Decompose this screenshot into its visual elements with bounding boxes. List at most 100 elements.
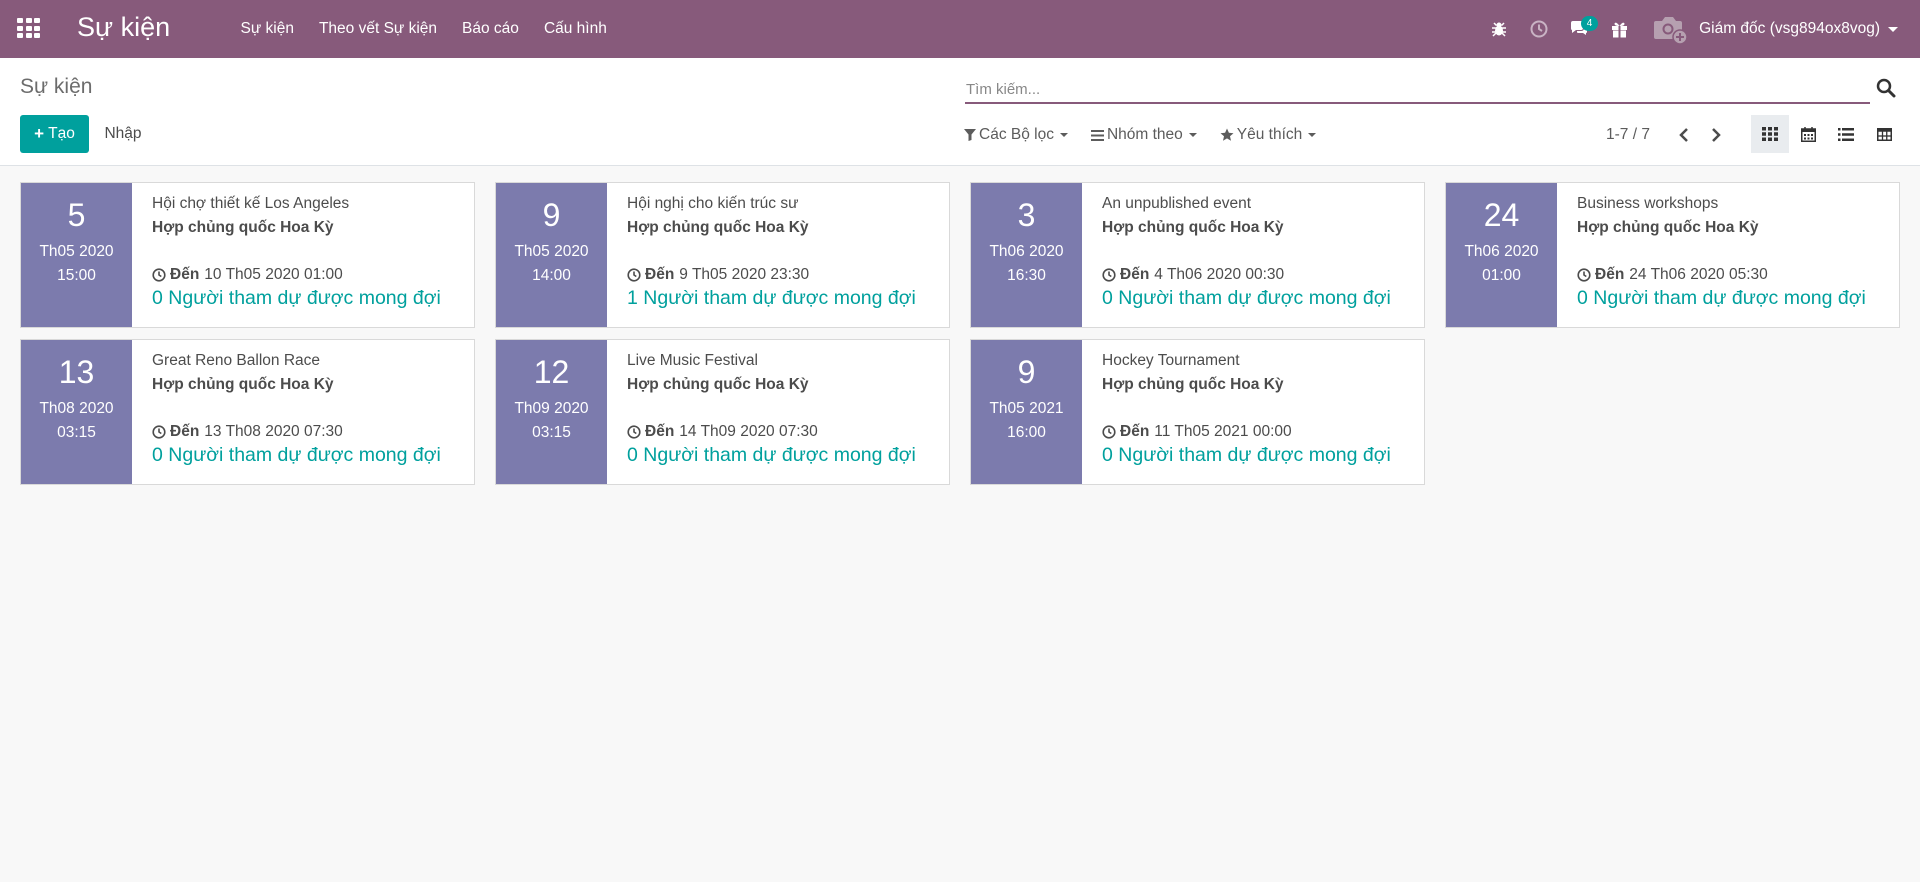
event-card[interactable]: 24 Th06 2020 01:00 Business workshops Hợ… <box>1445 182 1900 328</box>
clock-icon <box>627 425 641 439</box>
favorites-dropdown[interactable]: Yêu thích <box>1220 126 1317 144</box>
event-day: 24 <box>1483 197 1520 233</box>
event-day: 3 <box>1017 197 1036 233</box>
search-input[interactable] <box>965 76 1825 102</box>
menu-item-events[interactable]: Sự kiện <box>228 20 306 38</box>
event-card[interactable]: 5 Th05 2020 15:00 Hội chợ thiết kế Los A… <box>20 182 475 328</box>
event-end-date: 14 Th09 2020 07:30 <box>679 423 818 440</box>
event-name: Live Music Festival <box>627 352 758 369</box>
clock-icon <box>152 425 166 439</box>
event-attendees: 0 Người tham dự được mong đợi <box>627 444 916 466</box>
event-month-year: Th05 2020 <box>514 243 589 260</box>
apps-menu-icon[interactable] <box>17 18 40 39</box>
groupby-label: Nhóm theo <box>1106 126 1183 143</box>
event-month-year: Th05 2020 <box>39 243 114 260</box>
event-date-box: 12 Th09 2020 03:15 <box>496 340 607 484</box>
event-country: Hợp chủng quốc Hoa Kỳ <box>627 376 809 393</box>
clock-icon <box>1102 425 1116 439</box>
clock-icon <box>1577 268 1591 282</box>
menu-item-event-tracks[interactable]: Theo vết Sự kiện <box>306 20 449 38</box>
list-view-icon[interactable] <box>1827 115 1865 153</box>
user-menu[interactable]: Giám đốc (vsg894ox8vog) <box>1639 0 1920 58</box>
menu-item-reporting[interactable]: Báo cáo <box>450 20 532 38</box>
event-attendees: 0 Người tham dự được mong đợi <box>152 444 441 466</box>
app-title: Sự kiện <box>77 12 171 42</box>
event-time: 01:00 <box>1482 267 1521 284</box>
user-name: Giám đốc (vsg894ox8vog) <box>1699 20 1880 37</box>
calendar-view-icon[interactable] <box>1789 115 1827 153</box>
event-end-date: 9 Th05 2020 23:30 <box>679 266 810 283</box>
filters-label: Các Bộ lọc <box>979 126 1054 143</box>
event-date-box: 3 Th06 2020 16:30 <box>971 183 1082 327</box>
event-end-date: 13 Th08 2020 07:30 <box>204 423 343 440</box>
menu-item-configuration[interactable]: Cấu hình <box>531 20 619 38</box>
event-country: Hợp chủng quốc Hoa Kỳ <box>1102 376 1284 393</box>
event-end-label: Đến <box>1120 266 1150 283</box>
event-country: Hợp chủng quốc Hoa Kỳ <box>1102 219 1284 236</box>
event-card[interactable]: 13 Th08 2020 03:15 Great Reno Ballon Rac… <box>20 339 475 485</box>
event-card[interactable]: 9 Th05 2020 14:00 Hội nghị cho kiến trúc… <box>495 182 950 328</box>
event-end-date: 24 Th06 2020 05:30 <box>1629 266 1768 283</box>
event-time: 03:15 <box>532 424 571 441</box>
event-end-label: Đến <box>1595 266 1625 283</box>
bars-icon <box>1090 129 1104 141</box>
event-name: Hội chợ thiết kế Los Angeles <box>152 195 350 212</box>
debug-bug-icon[interactable] <box>1479 0 1519 58</box>
pager: 1-7 / 7 <box>1606 122 1732 148</box>
kanban-view-icon[interactable] <box>1751 115 1789 153</box>
clock-icon <box>1102 268 1116 282</box>
pivot-view-icon[interactable] <box>1865 115 1903 153</box>
event-card[interactable]: 9 Th05 2021 16:00 Hockey Tournament Hợp … <box>970 339 1425 485</box>
create-button[interactable]: + Tạo <box>20 115 89 153</box>
groupby-dropdown[interactable]: Nhóm theo <box>1090 126 1197 144</box>
activity-clock-icon[interactable] <box>1519 0 1559 58</box>
event-time: 15:00 <box>57 267 96 284</box>
event-end: Đến 11 Th05 2021 00:00 <box>1102 423 1292 441</box>
import-button[interactable]: Nhập <box>91 115 155 153</box>
caret-down-icon <box>1059 133 1068 137</box>
event-end: Đến 9 Th05 2020 23:30 <box>627 266 809 284</box>
event-date-box: 9 Th05 2021 16:00 <box>971 340 1082 484</box>
favorites-label: Yêu thích <box>1236 126 1303 143</box>
event-day: 12 <box>533 354 570 390</box>
top-navbar: Sự kiện Sự kiện Theo vết Sự kiện Báo cáo… <box>0 0 1920 58</box>
pager-value[interactable]: 1-7 / 7 <box>1606 126 1650 144</box>
control-panel: Sự kiện + Tạo Nhập Các Bộ lọc Nhóm theo … <box>0 58 1920 166</box>
pager-previous-icon[interactable] <box>1668 122 1700 148</box>
messages-chat-icon[interactable]: 4 <box>1559 0 1599 58</box>
event-day: 9 <box>1017 354 1036 390</box>
event-time: 03:15 <box>57 424 96 441</box>
main-menu: Sự kiện Theo vết Sự kiện Báo cáo Cấu hìn… <box>228 0 619 58</box>
event-attendees: 0 Người tham dự được mong đợi <box>1102 444 1391 466</box>
event-name: Hockey Tournament <box>1102 352 1240 369</box>
event-end-label: Đến <box>645 266 675 283</box>
event-name: An unpublished event <box>1102 195 1252 212</box>
avatar-camera-icon <box>1653 13 1689 45</box>
event-name: Great Reno Ballon Race <box>152 352 321 369</box>
event-card[interactable]: 12 Th09 2020 03:15 Live Music Festival H… <box>495 339 950 485</box>
event-card[interactable]: 3 Th06 2020 16:30 An unpublished event H… <box>970 182 1425 328</box>
create-button-label: Tạo <box>48 125 75 142</box>
event-attendees: 0 Người tham dự được mong đợi <box>1102 287 1391 309</box>
filter-icon <box>964 129 976 141</box>
event-end-label: Đến <box>1120 423 1150 440</box>
event-time: 16:30 <box>1007 267 1046 284</box>
filters-dropdown[interactable]: Các Bộ lọc <box>964 126 1068 144</box>
event-time: 14:00 <box>532 267 571 284</box>
event-country: Hợp chủng quốc Hoa Kỳ <box>152 219 334 236</box>
event-end-label: Đến <box>645 423 675 440</box>
event-month-year: Th09 2020 <box>514 400 589 417</box>
event-country: Hợp chủng quốc Hoa Kỳ <box>627 219 809 236</box>
event-end-date: 4 Th06 2020 00:30 <box>1154 266 1285 283</box>
event-date-box: 24 Th06 2020 01:00 <box>1446 183 1557 327</box>
event-month-year: Th08 2020 <box>39 400 114 417</box>
gift-icon[interactable] <box>1599 0 1639 58</box>
event-date-box: 5 Th05 2020 15:00 <box>21 183 132 327</box>
caret-down-icon <box>1188 133 1197 137</box>
plus-icon: + <box>34 124 45 143</box>
messages-badge: 4 <box>1581 16 1599 31</box>
breadcrumb: Sự kiện <box>20 75 93 98</box>
systray: 4 Giám đốc (vsg894ox8vog) <box>1479 0 1920 58</box>
search-icon[interactable] <box>1876 78 1898 102</box>
pager-next-icon[interactable] <box>1700 122 1732 148</box>
